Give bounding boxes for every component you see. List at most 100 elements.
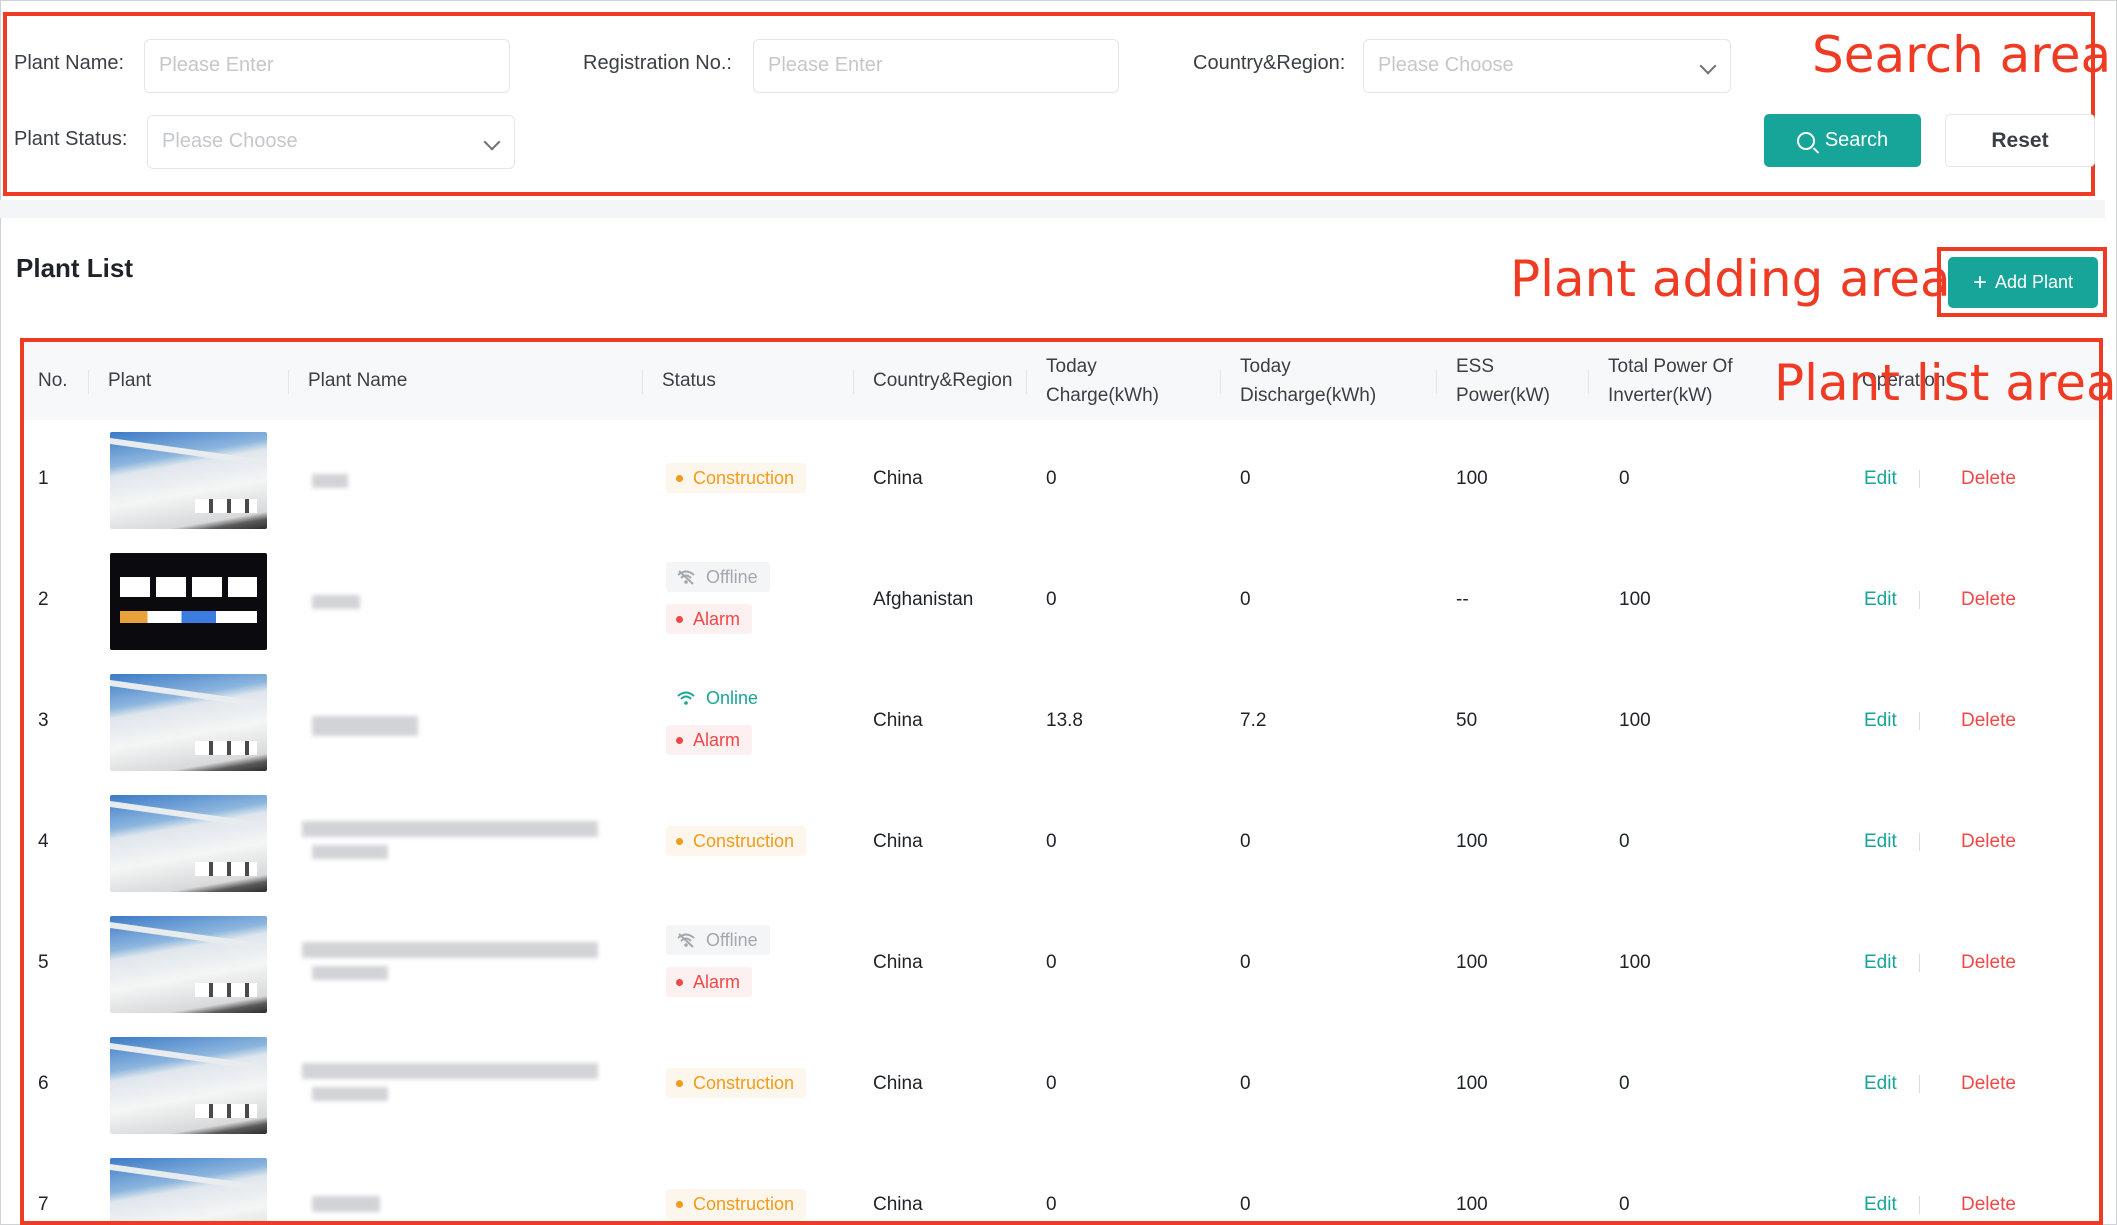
search-button[interactable]: Search <box>1764 114 1921 167</box>
table-row[interactable]: 6 Construction China 0 0 100 0 Edit Delete <box>24 1025 2099 1147</box>
today-charge-value: 0 <box>1046 831 1057 852</box>
wifi-icon <box>677 933 695 948</box>
reset-button[interactable]: Reset <box>1945 114 2095 167</box>
inverter-power-value: 0 <box>1619 1073 1630 1094</box>
status-badge: Offline <box>666 562 770 592</box>
delete-link[interactable]: Delete <box>1961 710 2016 732</box>
table-row[interactable]: 7 Construction China 0 0 100 0 Edit Delete <box>24 1146 2099 1221</box>
table-row[interactable]: 3 Online Alarm China 13.8 7.2 50 100 Edit Delete <box>24 662 2099 784</box>
status-badge: Construction <box>666 1068 807 1098</box>
ess-power-value: 100 <box>1456 468 1488 489</box>
column-today-charge-line2: Charge(kWh) <box>1046 385 1159 406</box>
edit-link[interactable]: Edit <box>1864 831 1897 853</box>
plant-thumbnail <box>110 1037 267 1134</box>
annotation-plant-list-area: Plant list area <box>1774 354 2117 412</box>
column-divider <box>1026 370 1027 394</box>
operation-divider <box>1919 1075 1920 1093</box>
ess-power-value: 100 <box>1456 831 1488 852</box>
edit-link[interactable]: Edit <box>1864 1073 1897 1095</box>
plant-name-redacted <box>312 716 418 736</box>
add-plant-button-label: Add Plant <box>1994 272 2074 292</box>
delete-link[interactable]: Delete <box>1961 589 2016 611</box>
add-plant-button[interactable]: + Add Plant <box>1948 257 2098 308</box>
today-charge-value: 0 <box>1046 468 1057 489</box>
column-country: Country&Region <box>873 370 1013 391</box>
status-dot-icon <box>676 736 683 744</box>
operation-divider <box>1919 1196 1920 1214</box>
column-divider <box>288 370 289 394</box>
annotation-plant-adding-area: Plant adding area <box>1510 250 1951 308</box>
edit-link[interactable]: Edit <box>1864 468 1897 490</box>
column-today-charge-line1: Today <box>1046 356 1097 377</box>
chevron-down-icon <box>483 133 501 151</box>
row-number: 5 <box>38 952 49 973</box>
status-dot-icon <box>676 615 683 623</box>
status-badge-label: Construction <box>693 467 795 488</box>
delete-link[interactable]: Delete <box>1961 831 2016 853</box>
delete-link[interactable]: Delete <box>1961 468 2016 490</box>
plant-name-input[interactable]: Please Enter <box>144 39 510 93</box>
reset-button-label: Reset <box>1991 128 2049 152</box>
status-badge: Offline <box>666 925 770 955</box>
column-inverter-line2: Inverter(kW) <box>1608 385 1713 406</box>
table-row[interactable]: 5 Offline Alarm China 0 0 100 100 Edit Delete <box>24 904 2099 1026</box>
search-button-label: Search <box>1824 129 1889 151</box>
country-value: China <box>873 952 923 973</box>
delete-link[interactable]: Delete <box>1961 952 2016 974</box>
status-badge-label: Online <box>706 687 759 708</box>
today-charge-value: 13.8 <box>1046 710 1083 731</box>
column-divider <box>1220 370 1221 394</box>
column-today-discharge-line2: Discharge(kWh) <box>1240 385 1377 406</box>
today-discharge-value: 0 <box>1240 952 1251 973</box>
delete-link[interactable]: Delete <box>1961 1194 2016 1216</box>
country-value: China <box>873 831 923 852</box>
status-dot-icon <box>676 978 683 986</box>
ess-power-value: 100 <box>1456 1073 1488 1094</box>
registration-input[interactable]: Please Enter <box>753 39 1119 93</box>
row-number: 2 <box>38 589 49 610</box>
column-plant: Plant <box>108 370 152 391</box>
today-discharge-value: 0 <box>1240 1194 1251 1215</box>
edit-link[interactable]: Edit <box>1864 589 1897 611</box>
plant-name-redacted <box>312 1087 388 1101</box>
inverter-power-value: 0 <box>1619 831 1630 852</box>
status-dot-icon <box>676 1200 683 1208</box>
today-discharge-value: 0 <box>1240 831 1251 852</box>
status-badge-label: Offline <box>706 566 758 587</box>
plant-thumbnail <box>110 795 267 892</box>
table-row[interactable]: 2 Offline Alarm Afghanistan 0 0 -- 100 Edit Delet… <box>24 541 2099 663</box>
plant-thumbnail <box>110 553 267 650</box>
status-badge: Construction <box>666 463 807 493</box>
table-row[interactable]: 1 Construction China 0 0 100 0 Edit Delete <box>24 420 2099 542</box>
plant-thumbnail <box>110 1158 267 1221</box>
column-divider <box>1588 370 1589 394</box>
row-number: 3 <box>38 710 49 731</box>
plant-name-label: Plant Name: <box>14 52 125 74</box>
country-select[interactable]: Please Choose <box>1363 39 1731 93</box>
edit-link[interactable]: Edit <box>1864 1194 1897 1216</box>
column-inverter-line1: Total Power Of <box>1608 356 1733 377</box>
operation-divider <box>1919 954 1920 972</box>
inverter-power-value: 0 <box>1619 1194 1630 1215</box>
edit-link[interactable]: Edit <box>1864 952 1897 974</box>
status-badge-label: Alarm <box>693 971 741 992</box>
row-number: 6 <box>38 1073 49 1094</box>
plant-name-redacted <box>312 474 348 488</box>
wifi-icon <box>677 570 695 585</box>
plant-name-redacted <box>302 942 598 958</box>
column-divider <box>642 370 643 394</box>
table-row[interactable]: 4 Construction China 0 0 100 0 Edit Delete <box>24 783 2099 905</box>
plus-icon: + <box>1972 268 1987 296</box>
plant-status-select[interactable]: Please Choose <box>147 115 515 169</box>
today-discharge-value: 0 <box>1240 1073 1251 1094</box>
delete-link[interactable]: Delete <box>1961 1073 2016 1095</box>
country-select-value: Please Choose <box>1378 54 1514 76</box>
status-badge-label: Construction <box>693 830 795 851</box>
operation-divider <box>1919 591 1920 609</box>
edit-link[interactable]: Edit <box>1864 710 1897 732</box>
column-ess-line1: ESS <box>1456 356 1495 377</box>
operation-divider <box>1919 470 1920 488</box>
plant-name-redacted <box>312 845 388 859</box>
column-today-discharge-line1: Today <box>1240 356 1291 377</box>
chevron-down-icon <box>1699 57 1717 75</box>
